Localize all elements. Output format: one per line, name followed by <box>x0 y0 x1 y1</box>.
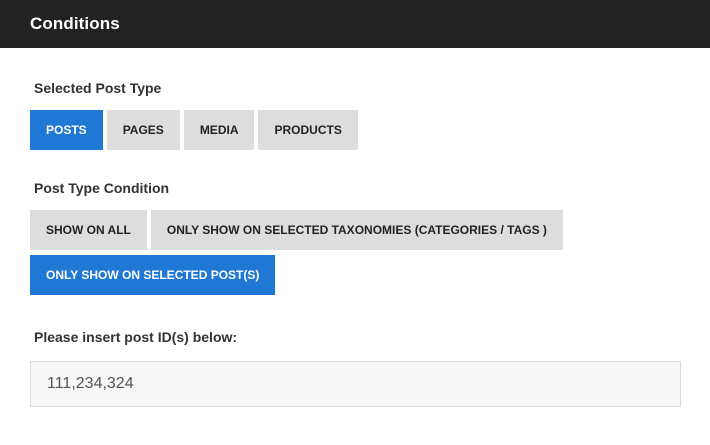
condition-button-group: SHOW ON ALL ONLY SHOW ON SELECTED TAXONO… <box>30 210 680 295</box>
post-type-label: Selected Post Type <box>34 80 162 96</box>
post-type-condition-label: Post Type Condition <box>34 180 170 196</box>
post-type-pages-button[interactable]: PAGES <box>106 110 180 150</box>
panel-header: Conditions <box>0 0 710 48</box>
post-ids-input[interactable] <box>30 361 681 407</box>
post-type-posts-button[interactable]: POSTS <box>30 110 103 150</box>
post-ids-label: Please insert post ID(s) below: <box>34 329 238 345</box>
panel-title: Conditions <box>30 14 120 33</box>
post-type-button-group: POSTS PAGES MEDIA PRODUCTS <box>30 110 680 150</box>
conditions-panel: Conditions Selected Post Type POSTS PAGE… <box>0 0 710 445</box>
condition-selected-posts-button[interactable]: ONLY SHOW ON SELECTED POST(S) <box>30 255 276 295</box>
panel-body: Selected Post Type POSTS PAGES MEDIA PRO… <box>0 48 710 407</box>
condition-selected-taxonomies-button[interactable]: ONLY SHOW ON SELECTED TAXONOMIES (CATEGO… <box>150 210 563 250</box>
condition-show-on-all-button[interactable]: SHOW ON ALL <box>30 210 147 250</box>
post-type-products-button[interactable]: PRODUCTS <box>258 110 358 150</box>
post-type-media-button[interactable]: MEDIA <box>183 110 255 150</box>
